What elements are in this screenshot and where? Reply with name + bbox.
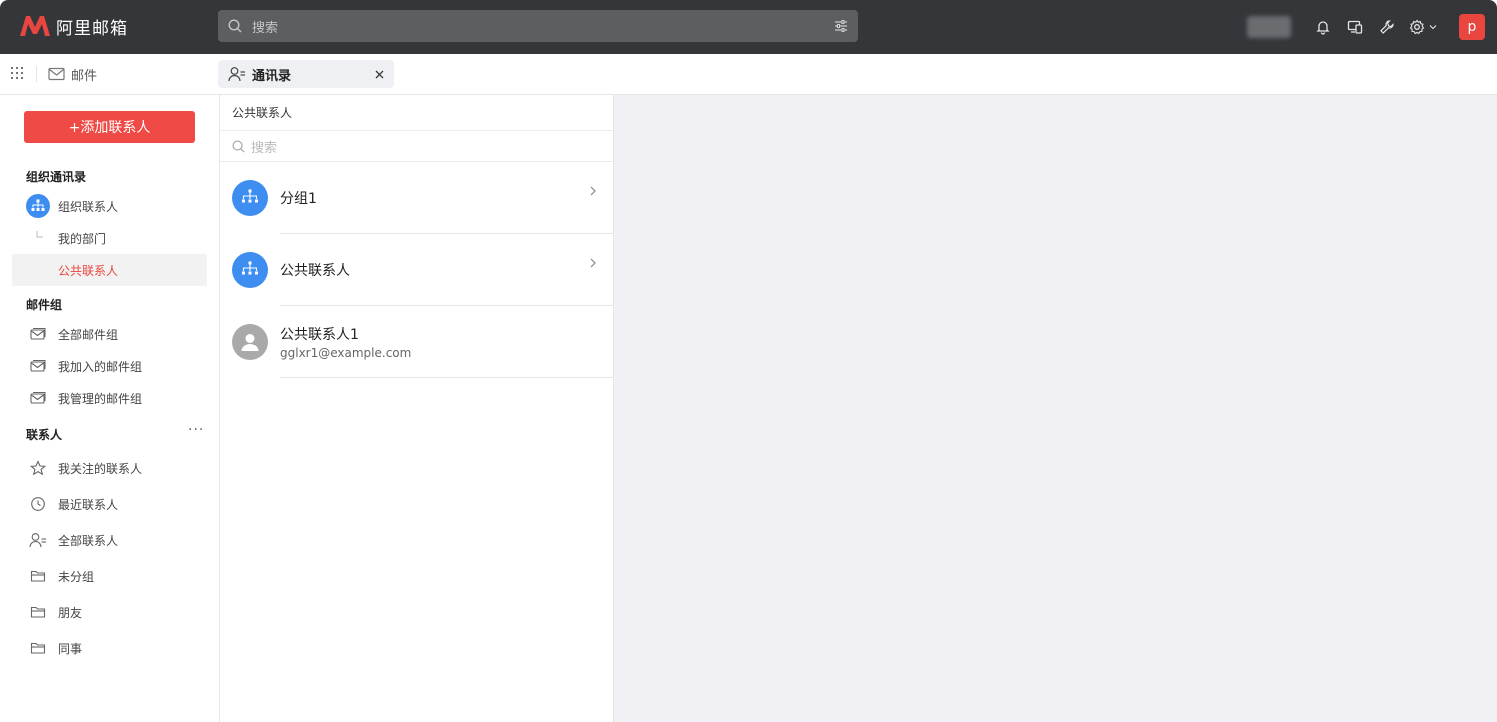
list-item[interactable]: 公共联系人: [220, 234, 613, 306]
sidebar-item-org-contacts[interactable]: 组织联系人: [12, 190, 207, 222]
apps-grid-icon[interactable]: [10, 66, 24, 80]
divider: [280, 377, 613, 378]
folder-icon: [26, 564, 50, 588]
chevron-down-icon: [1429, 25, 1437, 30]
gear-icon: [1409, 19, 1425, 35]
contacts-icon: [26, 528, 50, 552]
search-icon: [228, 19, 242, 33]
tab-bar: 邮件 通讯录: [0, 54, 1497, 95]
contact-list-panel: 公共联系人 搜索 分组1 公共联系人 公共联系人1 gglxr1@example…: [220, 95, 614, 722]
org-group-icon: [232, 252, 268, 288]
sidebar-item-my-department[interactable]: 我的部门: [12, 222, 207, 254]
sidebar-item-label: 朋友: [58, 605, 83, 620]
user-avatar[interactable]: p: [1459, 14, 1485, 40]
divider: [36, 66, 37, 82]
sidebar-item-joined-groups[interactable]: 我加入的邮件组: [12, 350, 207, 382]
list-search-placeholder: 搜索: [251, 140, 278, 156]
more-options-button[interactable]: ···: [188, 422, 204, 438]
sidebar-item-label: 组织联系人: [58, 199, 119, 214]
search-placeholder: 搜索: [252, 20, 279, 36]
global-search-input[interactable]: 搜索: [218, 10, 858, 42]
bell-icon: [1316, 21, 1330, 35]
blurred-user-info: [1247, 16, 1291, 38]
chevron-right-icon: [590, 258, 596, 268]
list-item[interactable]: 公共联系人1 gglxr1@example.com: [220, 306, 613, 378]
tools-button[interactable]: [1371, 11, 1403, 43]
mail-group-icon: [26, 322, 50, 346]
org-group-icon: [232, 180, 268, 216]
folder-icon: [26, 636, 50, 660]
list-search-input[interactable]: 搜索: [220, 131, 613, 162]
tab-contacts-label: 通讯录: [252, 68, 292, 84]
tab-close-button[interactable]: [368, 63, 390, 85]
wrench-icon: [1380, 20, 1394, 34]
sidebar-item-label: 未分组: [58, 569, 95, 584]
sidebar-item-friends[interactable]: 朋友: [12, 596, 207, 628]
list-item-name: 分组1: [280, 191, 317, 207]
devices-icon: [1347, 20, 1363, 34]
sidebar-item-public-contacts[interactable]: 公共联系人: [12, 254, 207, 286]
app-logo[interactable]: 阿里邮箱: [18, 12, 128, 40]
sidebar-item-label: 我加入的邮件组: [58, 359, 143, 374]
add-contact-button[interactable]: +添加联系人: [24, 111, 195, 143]
sidebar-item-label: 最近联系人: [58, 497, 119, 512]
list-item[interactable]: 分组1: [220, 162, 613, 234]
list-item-name: 公共联系人: [280, 263, 350, 279]
filter-sliders-icon[interactable]: [834, 19, 848, 33]
star-icon: [26, 456, 50, 480]
section-contacts: 联系人: [26, 428, 63, 442]
chevron-right-icon: [590, 186, 596, 196]
folder-icon: [26, 600, 50, 624]
mail-group-icon: [26, 354, 50, 378]
list-item-email: gglxr1@example.com: [280, 346, 412, 360]
person-avatar-icon: [232, 324, 268, 360]
sidebar: +添加联系人 组织通讯录 组织联系人 我的部门 公共联系人 邮件组 全部邮件组: [0, 95, 220, 722]
notification-button[interactable]: [1307, 11, 1339, 43]
org-chart-icon: [26, 194, 50, 218]
mail-group-icon: [26, 386, 50, 410]
close-icon: [375, 70, 383, 78]
list-title: 公共联系人: [220, 95, 613, 131]
sidebar-item-label: 我关注的联系人: [58, 461, 143, 476]
sidebar-item-label: 同事: [58, 641, 83, 656]
clock-icon: [26, 492, 50, 516]
sidebar-item-label: 我的部门: [58, 231, 107, 246]
detail-pane: [614, 95, 1497, 722]
search-icon: [232, 140, 245, 152]
sidebar-item-starred[interactable]: 我关注的联系人: [12, 452, 207, 484]
sidebar-item-managed-groups[interactable]: 我管理的邮件组: [12, 382, 207, 414]
sidebar-item-all-contacts[interactable]: 全部联系人: [12, 524, 207, 556]
mail-nav-link[interactable]: 邮件: [48, 64, 97, 84]
tree-branch-icon: [36, 231, 43, 238]
sidebar-item-all-groups[interactable]: 全部邮件组: [12, 318, 207, 350]
sidebar-item-ungrouped[interactable]: 未分组: [12, 560, 207, 592]
sidebar-item-recent[interactable]: 最近联系人: [12, 488, 207, 520]
sidebar-item-colleagues[interactable]: 同事: [12, 632, 207, 664]
list-item-name: 公共联系人1: [280, 327, 359, 343]
sidebar-item-label: 全部邮件组: [58, 327, 119, 342]
section-org-directory: 组织通讯录: [26, 170, 87, 184]
devices-button[interactable]: [1339, 11, 1371, 43]
top-right-toolbar: p: [1247, 0, 1497, 54]
sidebar-item-label: 公共联系人: [58, 263, 119, 278]
envelope-icon: [48, 67, 65, 81]
contacts-icon: [228, 67, 245, 82]
top-bar: 阿里邮箱 搜索 p: [0, 0, 1497, 54]
sidebar-item-label: 全部联系人: [58, 533, 119, 548]
sidebar-item-label: 我管理的邮件组: [58, 391, 143, 406]
section-mail-groups: 邮件组: [26, 298, 63, 312]
settings-button[interactable]: [1403, 11, 1443, 43]
mail-nav-label: 邮件: [71, 68, 98, 84]
logo-m-icon: [20, 16, 50, 36]
tab-contacts[interactable]: 通讯录: [218, 60, 394, 88]
logo-text: 阿里邮箱: [56, 18, 128, 39]
